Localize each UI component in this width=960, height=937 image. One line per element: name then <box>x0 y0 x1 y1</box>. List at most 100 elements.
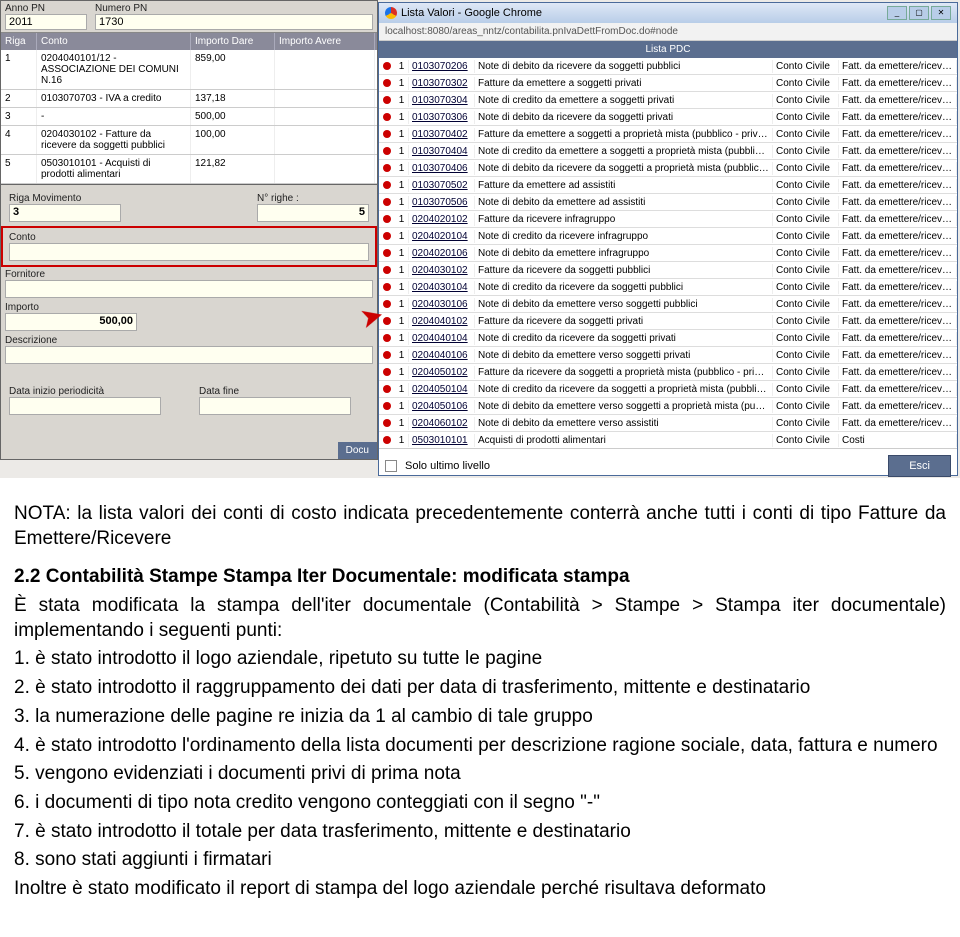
nrighe-value: 5 <box>257 204 369 222</box>
importo-label: Importo <box>5 302 137 313</box>
red-dot-icon <box>383 419 391 427</box>
table-row[interactable]: 50503010101 - Acquisti di prodotti alime… <box>1 155 377 184</box>
pdc-row[interactable]: 10204040106Note di debito da emettere ve… <box>379 347 957 364</box>
red-dot-icon <box>383 130 391 138</box>
red-dot-icon <box>383 317 391 325</box>
table-row[interactable]: 10204040101/12 - ASSOCIAZIONE DEI COMUNI… <box>1 50 377 90</box>
document-body: NOTA: la lista valori dei conti di costo… <box>0 478 960 920</box>
riga-mov-value[interactable]: 3 <box>9 204 121 222</box>
list-item-4: 4. è stato introdotto l'ordinamento dell… <box>14 734 946 759</box>
pdc-row[interactable]: 10103070206Note di debito da ricevere da… <box>379 58 957 75</box>
note-paragraph: NOTA: la lista valori dei conti di costo… <box>14 502 946 551</box>
red-dot-icon <box>383 96 391 104</box>
pdc-row[interactable]: 10204040104Note di credito da ricevere d… <box>379 330 957 347</box>
solo-ultimo-label: Solo ultimo livello <box>405 460 490 472</box>
maximize-button[interactable]: ▢ <box>909 6 929 20</box>
red-dot-icon <box>383 351 391 359</box>
pdc-row[interactable]: 10204050102Fatture da ricevere da sogget… <box>379 364 957 381</box>
list-item-2: 2. è stato introdotto il raggruppamento … <box>14 676 946 701</box>
descrizione-label: Descrizione <box>5 335 373 346</box>
list-item-6: 6. i documenti di tipo nota credito veng… <box>14 791 946 816</box>
pdc-row[interactable]: 10204050106Note di debito da emettere ve… <box>379 398 957 415</box>
pdc-row[interactable]: 10204030104Note di credito da ricevere d… <box>379 279 957 296</box>
pdc-row[interactable]: 10103070502Fatture da emettere ad assist… <box>379 177 957 194</box>
anno-value[interactable]: 2011 <box>5 14 87 30</box>
fornitore-label: Fornitore <box>5 269 373 280</box>
movements-grid: Riga Conto Importo Dare Importo Avere 10… <box>1 33 377 184</box>
esci-button[interactable]: Esci <box>888 455 951 477</box>
col-avere: Importo Avere <box>275 33 375 50</box>
pdc-row[interactable]: 10103070306Note di debito da ricevere da… <box>379 109 957 126</box>
pdc-row[interactable]: 10204020106Note di debito da emettere in… <box>379 245 957 262</box>
importo-value[interactable]: 500,00 <box>5 313 137 331</box>
red-dot-icon <box>383 181 391 189</box>
red-dot-icon <box>383 368 391 376</box>
data-fine-input[interactable] <box>199 397 351 415</box>
main-form-panel: Anno PN 2011 Numero PN 1730 Riga Conto I… <box>0 0 378 460</box>
red-dot-icon <box>383 334 391 342</box>
close-button[interactable]: ✕ <box>931 6 951 20</box>
pdc-row[interactable]: 10204030102Fatture da ricevere da sogget… <box>379 262 957 279</box>
pdc-row[interactable]: 10103070506Note di debito da emettere ad… <box>379 194 957 211</box>
col-riga: Riga <box>1 33 37 50</box>
popup-title: Lista Valori - Google Chrome <box>401 7 542 19</box>
pdc-row[interactable]: 10204060102Note di debito da emettere ve… <box>379 415 957 432</box>
section-heading: 2.2 Contabilità Stampe Stampa Iter Docum… <box>14 566 630 587</box>
pdc-row[interactable]: 10103070302Fatture da emettere a soggett… <box>379 75 957 92</box>
table-row[interactable]: 20103070703 - IVA a credito137,18 <box>1 90 377 108</box>
data-inizio-label: Data inizio periodicità <box>9 386 161 397</box>
anno-label: Anno PN <box>5 3 87 14</box>
data-inizio-input[interactable] <box>9 397 161 415</box>
red-dot-icon <box>383 79 391 87</box>
data-fine-label: Data fine <box>199 386 351 397</box>
popup-titlebar: Lista Valori - Google Chrome _ ▢ ✕ <box>379 3 957 23</box>
list-item-1: 1. è stato introdotto il logo aziendale,… <box>14 647 946 672</box>
address-bar[interactable]: localhost:8080/areas_nntz/contabilita.pn… <box>379 23 957 41</box>
red-dot-icon <box>383 215 391 223</box>
numero-label: Numero PN <box>95 3 373 14</box>
minimize-button[interactable]: _ <box>887 6 907 20</box>
conto-input[interactable] <box>9 243 369 261</box>
pdc-list[interactable]: 10103070206Note di debito da ricevere da… <box>379 58 957 448</box>
pdc-row[interactable]: 10204050104Note di credito da ricevere d… <box>379 381 957 398</box>
red-dot-icon <box>383 385 391 393</box>
red-dot-icon <box>383 232 391 240</box>
pdc-row[interactable]: 10103070404Note di credito da emettere a… <box>379 143 957 160</box>
pdc-row[interactable]: 10204020102Fatture da ricevere infragrup… <box>379 211 957 228</box>
list-item-8: 8. sono stati aggiunti i firmatari <box>14 848 946 873</box>
red-dot-icon <box>383 164 391 172</box>
screenshot-area: Anno PN 2011 Numero PN 1730 Riga Conto I… <box>0 0 960 478</box>
closing-paragraph: Inoltre è stato modificato il report di … <box>14 877 946 902</box>
pdc-header: Lista PDC <box>379 41 957 58</box>
numero-value[interactable]: 1730 <box>95 14 373 30</box>
red-dot-icon <box>383 249 391 257</box>
pdc-row[interactable]: 10103070304Note di credito da emettere a… <box>379 92 957 109</box>
pdc-row[interactable]: 10503010101Acquisti di prodotti alimenta… <box>379 432 957 448</box>
red-dot-icon <box>383 436 391 444</box>
table-row[interactable]: 3-500,00 <box>1 108 377 126</box>
fornitore-input[interactable] <box>5 280 373 298</box>
pdc-row[interactable]: 10204040102Fatture da ricevere da sogget… <box>379 313 957 330</box>
pdc-row[interactable]: 10204020104Note di credito da ricevere i… <box>379 228 957 245</box>
red-dot-icon <box>383 402 391 410</box>
col-dare: Importo Dare <box>191 33 275 50</box>
chrome-icon <box>385 7 397 19</box>
red-dot-icon <box>383 147 391 155</box>
list-item-3: 3. la numerazione delle pagine re inizia… <box>14 705 946 730</box>
red-dot-icon <box>383 300 391 308</box>
list-item-5: 5. vengono evidenziati i documenti privi… <box>14 762 946 787</box>
solo-ultimo-checkbox[interactable] <box>385 460 397 472</box>
pdc-row[interactable]: 10204030106Note di debito da emettere ve… <box>379 296 957 313</box>
pdc-row[interactable]: 10103070406Note di debito da ricevere da… <box>379 160 957 177</box>
list-item-7: 7. è stato introdotto il totale per data… <box>14 820 946 845</box>
red-dot-icon <box>383 283 391 291</box>
pdc-row[interactable]: 10103070402Fatture da emettere a soggett… <box>379 126 957 143</box>
riga-mov-label: Riga Movimento <box>9 193 121 204</box>
nrighe-label: N° righe : <box>257 193 369 204</box>
red-dot-icon <box>383 113 391 121</box>
descrizione-input[interactable] <box>5 346 373 364</box>
lista-valori-popup: Lista Valori - Google Chrome _ ▢ ✕ local… <box>378 2 958 476</box>
table-row[interactable]: 40204030102 - Fatture da ricevere da sog… <box>1 126 377 155</box>
red-dot-icon <box>383 62 391 70</box>
docu-button[interactable]: Docu <box>338 442 377 459</box>
